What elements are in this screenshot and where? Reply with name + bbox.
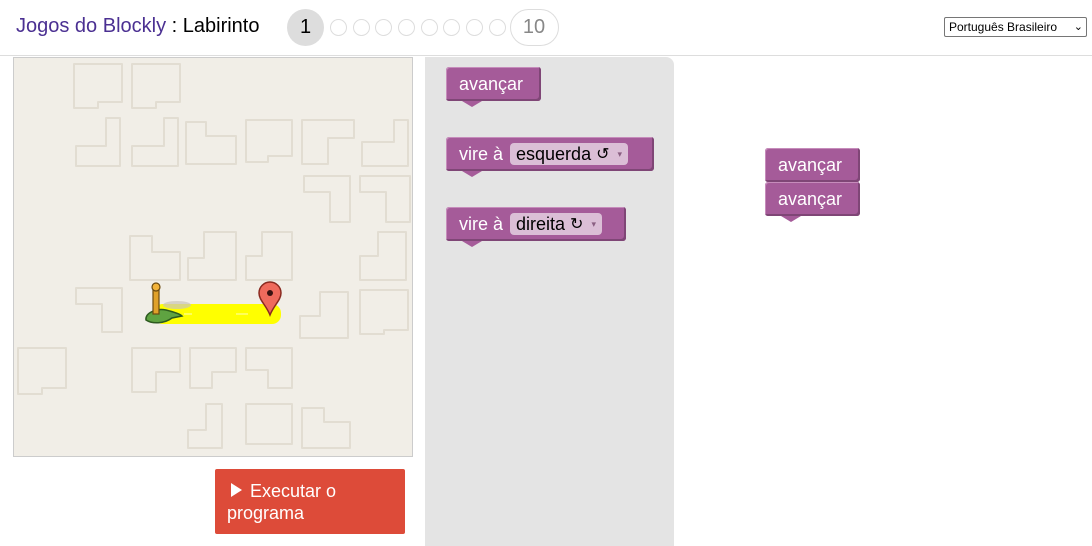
run-program-label: Executar o programa <box>227 481 337 523</box>
level-4-dot[interactable] <box>375 19 393 36</box>
language-select-value: Português Brasileiro <box>949 20 1058 34</box>
toolbox-block-move-forward[interactable]: avançar <box>446 67 541 107</box>
direction-dropdown-value: esquerda <box>516 143 592 164</box>
chevron-down-icon: ⌄ <box>1073 21 1083 33</box>
block-toolbox-flyout: avançar vire à esquerda ↺ ▾ vire à direi… <box>425 57 674 546</box>
direction-dropdown[interactable]: direita ↻ ▾ <box>510 213 602 235</box>
level-10-button[interactable]: 10 <box>509 9 559 46</box>
maze-svg <box>17 63 411 449</box>
rotate-right-icon: ↻ <box>570 216 584 233</box>
workspace-block-move-forward[interactable]: avançar <box>765 148 860 188</box>
game-name: Labirinto <box>182 15 260 37</box>
header-bar: Jogos do Blockly : Labirinto 1 10 Portug… <box>0 0 1092 56</box>
block-workspace[interactable]: avançar avançar <box>674 57 1092 546</box>
block-label: avançar <box>459 73 524 94</box>
level-selector: 1 10 <box>287 9 559 46</box>
toolbox-block-turn-left[interactable]: vire à esquerda ↺ ▾ <box>446 137 654 177</box>
level-6-dot[interactable] <box>420 19 438 36</box>
block-label: avançar <box>778 154 843 175</box>
toolbox-block-turn-right[interactable]: vire à direita ↻ ▾ <box>446 207 626 247</box>
maze-board <box>13 57 413 457</box>
play-icon <box>231 483 242 497</box>
maze-background-tiles <box>17 63 411 449</box>
workspace-block-move-forward[interactable]: avançar <box>765 182 860 222</box>
dropdown-arrow-icon: ▾ <box>617 148 623 159</box>
level-7-dot[interactable] <box>443 19 461 36</box>
direction-dropdown-value: direita <box>516 213 566 234</box>
block-label: avançar <box>778 188 843 209</box>
level-3-dot[interactable] <box>352 19 370 36</box>
dropdown-arrow-icon: ▾ <box>591 218 596 229</box>
direction-dropdown[interactable]: esquerda ↺ ▾ <box>510 143 629 165</box>
run-program-button[interactable]: Executar o programa <box>215 469 405 534</box>
level-9-dot[interactable] <box>488 19 506 36</box>
blockly-games-link[interactable]: Jogos do Blockly <box>16 15 166 37</box>
level-2-dot[interactable] <box>330 19 347 36</box>
block-label: vire à <box>459 143 504 164</box>
level-1-button[interactable]: 1 <box>287 9 324 46</box>
language-select[interactable]: Português Brasileiro ⌄ <box>944 17 1087 37</box>
level-5-dot[interactable] <box>398 19 416 36</box>
level-8-dot[interactable] <box>466 19 484 36</box>
title-separator: : <box>166 15 183 37</box>
rotate-left-icon: ↺ <box>596 146 610 163</box>
page-title: Jogos do Blockly : Labirinto <box>16 15 259 38</box>
block-label: vire à <box>459 213 504 234</box>
